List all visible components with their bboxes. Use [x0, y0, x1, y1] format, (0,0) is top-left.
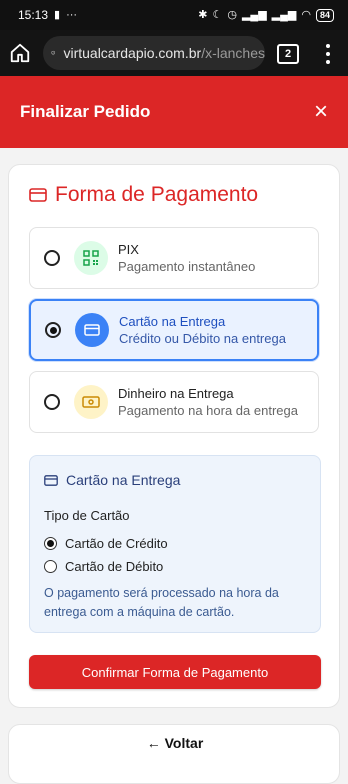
back-button[interactable]: ← Voltar: [9, 735, 341, 751]
card-type-panel: Cartão na Entrega Tipo de Cartão Cartão …: [29, 455, 321, 633]
browser-menu-button[interactable]: [318, 42, 338, 66]
cash-radio[interactable]: [44, 394, 60, 410]
credit-card-icon: [75, 313, 109, 347]
home-button[interactable]: [0, 42, 40, 64]
alarm-icon: ◷: [227, 8, 237, 21]
card-panel-title-text: Cartão na Entrega: [66, 472, 181, 488]
url-host: virtualcardapio.com.br: [63, 45, 202, 61]
more-notifications-icon: ···: [66, 8, 78, 21]
payment-option-cash[interactable]: Dinheiro na Entrega Pagamento na hora da…: [29, 371, 319, 433]
confirm-payment-button[interactable]: Confirmar Forma de Pagamento: [29, 655, 321, 689]
debit-option[interactable]: Cartão de Débito: [44, 559, 163, 574]
pix-subtitle: Pagamento instantâneo: [118, 259, 256, 274]
battery-icon: 84: [315, 8, 334, 22]
card-panel-title: Cartão na Entrega: [44, 472, 180, 488]
browser-toolbar: virtualcardapio.com.br/x-lanches 2: [0, 30, 348, 76]
credit-card-icon: [29, 188, 47, 202]
tabs-button[interactable]: 2: [277, 44, 299, 64]
credit-label: Cartão de Crédito: [65, 536, 168, 551]
modal-title: Finalizar Pedido: [20, 102, 151, 121]
wifi-icon: ◠: [301, 8, 311, 21]
close-button[interactable]: ×: [314, 100, 328, 124]
card-title: Cartão na Entrega: [119, 314, 226, 329]
payment-title-text: Forma de Pagamento: [55, 183, 259, 206]
url-text: virtualcardapio.com.br/x-lanches: [63, 45, 265, 61]
payment-option-card[interactable]: Cartão na Entrega Crédito ou Débito na e…: [29, 299, 319, 361]
video-camera-icon: ▮: [54, 8, 61, 21]
do-not-disturb-icon: ☾: [212, 8, 223, 21]
status-time: 15:13: [18, 8, 49, 22]
payment-option-pix[interactable]: PIX Pagamento instantâneo: [29, 227, 319, 289]
cash-title: Dinheiro na Entrega: [118, 386, 234, 401]
card-type-label: Tipo de Cartão: [44, 508, 130, 523]
debit-radio[interactable]: [44, 560, 57, 573]
debit-label: Cartão de Débito: [65, 559, 164, 574]
card-panel-note: O pagamento será processado na hora da e…: [44, 586, 279, 619]
signal-icon: ▂▄▆: [241, 8, 267, 21]
site-security-icon: [51, 50, 55, 56]
card-radio[interactable]: [45, 322, 61, 338]
payment-card: Forma de Pagamento PIX Pagamento instant…: [8, 164, 340, 708]
qr-code-icon: [74, 241, 108, 275]
pix-radio[interactable]: [44, 250, 60, 266]
status-bar: 15:13 ▮ ··· ✱ ☾ ◷ ▂▄▆ ▂▄▆ ◠ 84: [0, 0, 348, 30]
cash-icon: [74, 385, 108, 419]
modal-header: Finalizar Pedido ×: [0, 76, 348, 148]
cash-subtitle: Pagamento na hora da entrega: [118, 403, 298, 418]
signal-2-icon: ▂▄▆: [271, 8, 297, 21]
home-icon: [10, 43, 30, 63]
payment-section-title: Forma de Pagamento: [29, 183, 258, 207]
url-path: /x-lanches: [201, 45, 265, 61]
credit-radio[interactable]: [44, 537, 57, 550]
url-bar[interactable]: virtualcardapio.com.br/x-lanches: [43, 36, 265, 70]
back-card: ← Voltar: [8, 724, 340, 784]
pix-title: PIX: [118, 242, 139, 257]
bluetooth-icon: ✱: [198, 8, 208, 21]
credit-option[interactable]: Cartão de Crédito: [44, 536, 168, 551]
credit-card-icon: [44, 474, 58, 486]
card-subtitle: Crédito ou Débito na entrega: [119, 331, 286, 346]
